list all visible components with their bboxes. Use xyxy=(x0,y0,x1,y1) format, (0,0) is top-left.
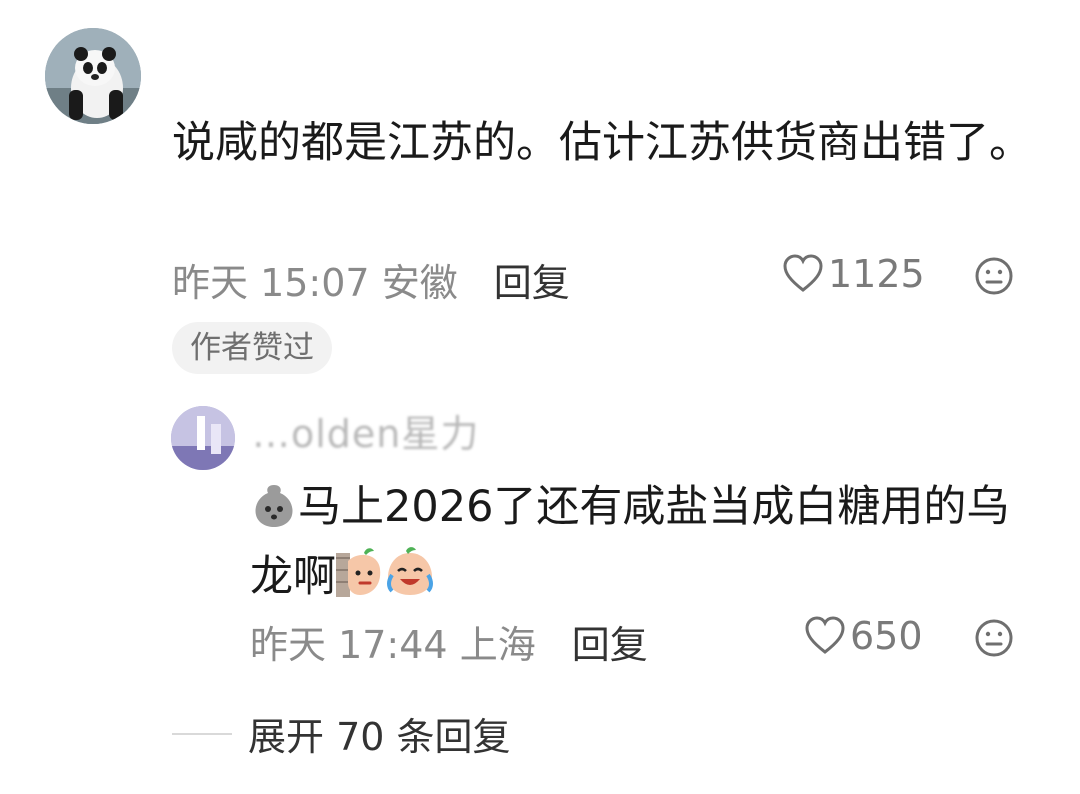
bag-face-emoji xyxy=(250,481,298,546)
comment-like-button[interactable]: 1125 xyxy=(782,252,925,296)
expand-replies[interactable]: 展开 70 条回复 xyxy=(172,706,511,761)
heart-outline-icon xyxy=(783,254,823,292)
reply-meta: 昨天 17:44 上海 回复 xyxy=(250,614,648,669)
commenter-avatar[interactable] xyxy=(45,28,141,124)
reply-avatar-image xyxy=(171,406,235,470)
reply-time: 昨天 17:44 xyxy=(250,623,448,667)
reply-button[interactable]: 回复 xyxy=(494,261,570,305)
reply-avatar[interactable] xyxy=(171,406,235,470)
comment-meta: 昨天 15:07 安徽 回复 xyxy=(172,252,570,307)
reply-text-block: 马上2026了还有咸盐当成白糖用的乌龙啊 xyxy=(250,476,1030,616)
comment-like-count: 1125 xyxy=(828,252,925,296)
comment-time: 昨天 15:07 xyxy=(172,261,370,305)
crying-laugh-sticker-emoji xyxy=(384,547,436,616)
peeking-sticker-emoji xyxy=(336,547,384,616)
reply-like-button[interactable]: 650 xyxy=(804,614,923,658)
meh-face-icon[interactable] xyxy=(974,256,1014,296)
reply-username[interactable]: …olden星力 xyxy=(252,412,479,456)
reply-location: 上海 xyxy=(459,623,536,667)
divider-line xyxy=(172,732,232,735)
meh-face-icon[interactable] xyxy=(974,618,1014,658)
expand-replies-label[interactable]: 展开 70 条回复 xyxy=(248,706,511,761)
comment-location: 安徽 xyxy=(381,261,458,305)
panda-avatar-image xyxy=(45,28,141,124)
author-liked-badge: 作者赞过 xyxy=(172,322,332,374)
reply-like-count: 650 xyxy=(850,614,923,658)
heart-outline-icon xyxy=(805,616,845,654)
comment-text: 说咸的都是江苏的。估计江苏供货商出错了。 xyxy=(172,118,1032,168)
reply-reply-button[interactable]: 回复 xyxy=(572,623,648,667)
